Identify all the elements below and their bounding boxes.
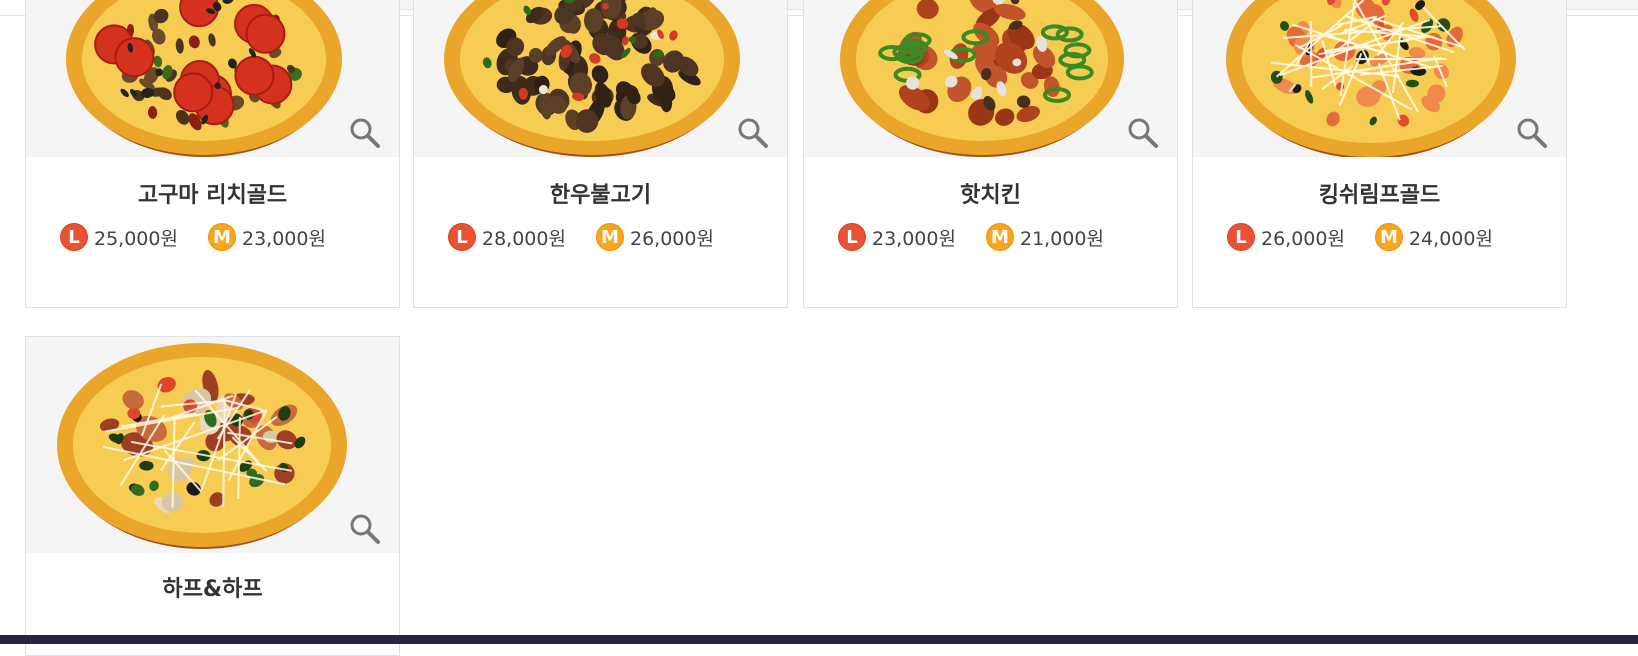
- product-image[interactable]: [414, 0, 787, 157]
- price-row: L23,000원 M21,000원: [804, 211, 1177, 251]
- pizza-image: [1193, 0, 1566, 157]
- medium-price-value: 24,000원: [1409, 224, 1493, 251]
- medium-size-badge: M: [986, 223, 1014, 251]
- pizza-image: [26, 0, 399, 157]
- product-card[interactable]: 하프&하프: [25, 336, 400, 656]
- large-size-badge: L: [838, 223, 866, 251]
- large-size-badge: L: [448, 223, 476, 251]
- large-price-value: 23,000원: [872, 224, 956, 251]
- magnifier-icon[interactable]: [1127, 117, 1159, 149]
- product-card[interactable]: 핫치킨 L23,000원 M21,000원: [803, 0, 1178, 308]
- medium-price-value: 23,000원: [242, 224, 326, 251]
- large-price: L28,000원: [448, 223, 566, 251]
- large-price: L23,000원: [838, 223, 956, 251]
- footer-bar: [0, 635, 1638, 644]
- large-price: L26,000원: [1227, 223, 1345, 251]
- medium-size-badge: M: [1375, 223, 1403, 251]
- product-name[interactable]: 킹쉬림프골드: [1193, 181, 1566, 211]
- product-card[interactable]: 고구마 리치골드 L25,000원 M23,000원: [25, 0, 400, 308]
- price-row: L25,000원 M23,000원: [26, 211, 399, 251]
- product-image[interactable]: [26, 0, 399, 157]
- magnifier-icon[interactable]: [349, 117, 381, 149]
- magnifier-icon[interactable]: [737, 117, 769, 149]
- medium-price-value: 26,000원: [630, 224, 714, 251]
- pizza-image: [804, 0, 1177, 157]
- price-row: L28,000원 M26,000원: [414, 211, 787, 251]
- magnifier-icon[interactable]: [349, 513, 381, 545]
- medium-price: M26,000원: [596, 223, 714, 251]
- pizza-image: [414, 0, 787, 157]
- product-image[interactable]: [1193, 0, 1566, 157]
- medium-size-badge: M: [208, 223, 236, 251]
- medium-price-value: 21,000원: [1020, 224, 1104, 251]
- pizza-image: [26, 337, 399, 553]
- large-price-value: 25,000원: [94, 224, 178, 251]
- large-price-value: 26,000원: [1261, 224, 1345, 251]
- product-name[interactable]: 하프&하프: [26, 575, 399, 605]
- product-name[interactable]: 핫치킨: [804, 181, 1177, 211]
- medium-price: M23,000원: [208, 223, 326, 251]
- large-price: L25,000원: [60, 223, 178, 251]
- product-image[interactable]: [804, 0, 1177, 157]
- product-name[interactable]: 고구마 리치골드: [26, 181, 399, 211]
- medium-price: M24,000원: [1375, 223, 1493, 251]
- large-price-value: 28,000원: [482, 224, 566, 251]
- medium-size-badge: M: [596, 223, 624, 251]
- large-size-badge: L: [1227, 223, 1255, 251]
- magnifier-icon[interactable]: [1516, 117, 1548, 149]
- price-row: L26,000원 M24,000원: [1193, 211, 1566, 251]
- product-card[interactable]: 한우불고기 L28,000원 M26,000원: [413, 0, 788, 308]
- medium-price: M21,000원: [986, 223, 1104, 251]
- product-name[interactable]: 한우불고기: [414, 181, 787, 211]
- product-card[interactable]: 킹쉬림프골드 L26,000원 M24,000원: [1192, 0, 1567, 308]
- large-size-badge: L: [60, 223, 88, 251]
- product-image[interactable]: [26, 337, 399, 553]
